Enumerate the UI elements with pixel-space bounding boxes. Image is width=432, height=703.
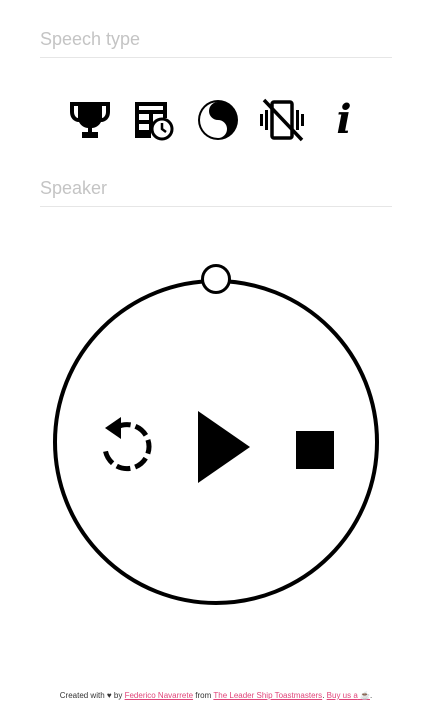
timer-dial: [53, 264, 379, 605]
reset-button[interactable]: [97, 417, 153, 477]
heart-icon: ♥: [106, 691, 112, 700]
speaker-input[interactable]: [40, 177, 392, 207]
play-button[interactable]: [194, 409, 254, 485]
timer-knob[interactable]: [201, 264, 231, 294]
speech-type-input[interactable]: [40, 28, 392, 58]
club-link[interactable]: The Leader Ship Toastmasters: [213, 691, 322, 700]
info-icon[interactable]: i: [320, 96, 368, 144]
stop-button[interactable]: [296, 431, 334, 469]
vibrate-off-icon[interactable]: [258, 96, 306, 144]
yin-yang-icon[interactable]: [194, 96, 242, 144]
footer: Created with ♥ by Federico Navarrete fro…: [59, 691, 373, 700]
trophy-icon[interactable]: [66, 96, 114, 144]
author-link[interactable]: Federico Navarrete: [125, 691, 193, 700]
speech-type-icons: i: [66, 96, 366, 144]
coffee-icon: ☕: [360, 691, 370, 700]
buy-coffee-link[interactable]: Buy us a ☕: [327, 691, 370, 700]
table-clock-icon[interactable]: [129, 96, 177, 144]
